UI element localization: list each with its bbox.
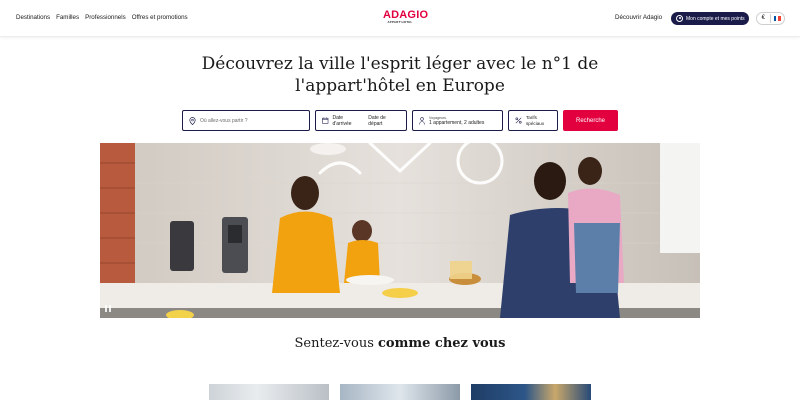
pause-video-button[interactable]: [105, 305, 113, 313]
calendar-icon: [322, 117, 329, 124]
nav-professionnels[interactable]: Professionnels: [85, 14, 126, 21]
user-icon: [676, 15, 683, 22]
discover-adagio-link[interactable]: Découvrir Adagio: [615, 14, 662, 21]
hero-title-line-1: Découvrez la ville l'esprit léger avec l…: [201, 54, 599, 74]
section-title: Sentez-vous comme chez vous: [0, 336, 800, 351]
hero-image: [100, 143, 700, 318]
guests-value: 1 appartement, 2 adultes: [429, 119, 485, 126]
adagio-logo[interactable]: ADAGIO APPART'HOTEL: [383, 10, 428, 24]
nav-offres[interactable]: Offres et promotions: [132, 14, 188, 21]
hero-title-line-2: l'appart'hôtel en Europe: [295, 76, 505, 96]
person-icon: [419, 116, 425, 125]
arrival-date[interactable]: Date d'arrivée: [333, 115, 362, 127]
nav-destinations[interactable]: Destinations: [16, 14, 50, 21]
destination-input[interactable]: Où allez-vous partir ?: [200, 118, 248, 124]
guests-field[interactable]: Voyageurs 1 appartement, 2 adultes: [412, 110, 503, 131]
dates-field[interactable]: Date d'arrivée Date de départ: [315, 110, 407, 131]
destination-card[interactable]: [209, 384, 329, 400]
departure-date[interactable]: Date de départ: [368, 115, 399, 127]
discount-tag-icon: [515, 117, 522, 124]
logo-tagline: APPART'HOTEL: [387, 20, 413, 24]
search-button[interactable]: Recherche: [563, 110, 618, 131]
family-kitchen-photo: [100, 143, 700, 318]
destination-card[interactable]: [471, 384, 591, 400]
guests-text: Voyageurs 1 appartement, 2 adultes: [429, 116, 484, 126]
rates-line-1: Tarifs: [526, 114, 537, 120]
language-selector[interactable]: [771, 16, 784, 21]
account-button[interactable]: Mon compte et mes points: [671, 12, 749, 25]
main-nav: Destinations Familles Professionnels Off…: [16, 14, 188, 21]
destination-field[interactable]: Où allez-vous partir ?: [182, 110, 310, 131]
special-rates-label: Tarifs spéciaux: [526, 115, 544, 127]
pause-icon: [105, 305, 107, 312]
currency-language-switcher[interactable]: €: [756, 12, 785, 25]
rates-line-2: spéciaux: [526, 120, 545, 126]
site-header: Destinations Familles Professionnels Off…: [0, 0, 800, 37]
location-pin-icon: [189, 116, 196, 125]
section-title-regular: Sentez-vous: [294, 336, 379, 351]
account-button-label: Mon compte et mes points: [686, 15, 745, 22]
destination-card[interactable]: [340, 384, 460, 400]
hero-title: Découvrez la ville l'esprit léger avec l…: [0, 53, 800, 97]
nav-familles[interactable]: Familles: [56, 14, 79, 21]
currency-selector[interactable]: €: [757, 14, 771, 23]
fr-flag-icon: [773, 16, 781, 21]
section-title-bold: comme chez vous: [378, 336, 506, 351]
special-rates-field[interactable]: Tarifs spéciaux: [508, 110, 558, 131]
